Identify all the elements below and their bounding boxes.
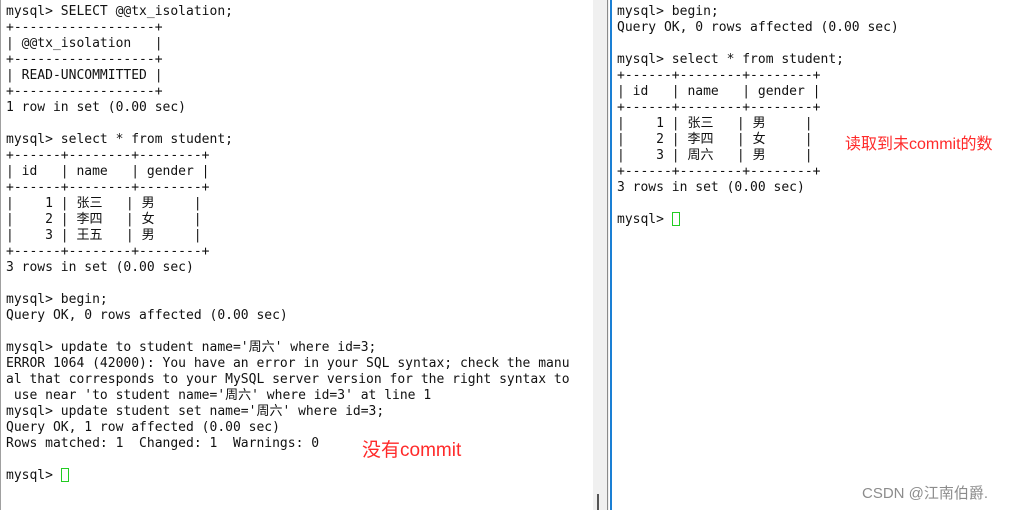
cursor-icon [60,468,69,482]
terminal-line: al that corresponds to your MySQL server… [6,372,570,387]
prompt: mysql> [6,468,61,483]
terminal-line: | id | name | gender | [617,84,821,99]
annotation-read-uncommitted: 读取到未commit的数 [845,136,993,153]
watermark: CSDN @江南伯爵. [862,485,989,502]
right-terminal-output[interactable]: mysql> begin; Query OK, 0 rows affected (… [617,4,899,228]
terminal-line: mysql> update to student name='周六' where… [6,340,377,355]
terminal-line: mysql> select * from student; [6,132,233,147]
terminal-line: mysql> SELECT @@tx_isolation; [6,4,233,19]
cursor-icon [671,212,680,226]
terminal-prompt-line[interactable]: mysql> [617,212,899,228]
terminal-line: +------+--------+--------+ [617,100,821,115]
terminal-line: mysql> begin; [617,4,719,19]
terminal-line: | 1 | 张三 | 男 | [6,196,202,211]
terminal-line: | id | name | gender | [6,164,210,179]
left-terminal-output[interactable]: mysql> SELECT @@tx_isolation; +----------… [6,4,570,484]
terminal-line: +------------------+ [6,20,163,35]
terminal-line: +------+--------+--------+ [617,68,821,83]
terminal-line: Rows matched: 1 Changed: 1 Warnings: 0 [6,436,320,451]
prompt: mysql> [617,212,672,227]
terminal-line: +------------------+ [6,84,163,99]
terminal-line: 1 row in set (0.00 sec) [6,100,187,115]
terminal-line: mysql> update student set name='周六' wher… [6,404,385,419]
terminal-line: | @@tx_isolation | [6,36,163,51]
terminal-line: mysql> select * from student; [617,52,844,67]
splitter-divider [607,0,608,510]
terminal-line: +------+--------+--------+ [617,164,821,179]
terminal-line: Query OK, 1 row affected (0.00 sec) [6,420,280,435]
terminal-line: ERROR 1064 (42000): You have an error in… [6,356,570,371]
terminal-line: Query OK, 0 rows affected (0.00 sec) [6,308,288,323]
left-terminal-pane[interactable]: mysql> SELECT @@tx_isolation; +----------… [0,0,593,510]
right-terminal-pane[interactable]: mysql> begin; Query OK, 0 rows affected (… [610,0,1028,510]
terminal-line: mysql> begin; [6,292,108,307]
terminal-line: +------+--------+--------+ [6,148,210,163]
annotation-no-commit: 没有commit [362,440,462,461]
terminal-line: +------------------+ [6,52,163,67]
terminal-line: 3 rows in set (0.00 sec) [6,260,194,275]
terminal-line: 3 rows in set (0.00 sec) [617,180,805,195]
terminal-line: +------+--------+--------+ [6,180,210,195]
terminal-line: use near 'to student name='周六' where id=… [6,388,432,403]
terminal-line: | READ-UNCOMMITTED | [6,68,163,83]
terminal-line: | 2 | 李四 | 女 | [6,212,202,227]
terminal-line: Query OK, 0 rows affected (0.00 sec) [617,20,899,35]
scrollbar-thumb[interactable] [597,494,599,510]
terminal-prompt-line[interactable]: mysql> [6,468,570,484]
terminal-line: | 3 | 王五 | 男 | [6,228,202,243]
terminal-line: +------+--------+--------+ [6,244,210,259]
